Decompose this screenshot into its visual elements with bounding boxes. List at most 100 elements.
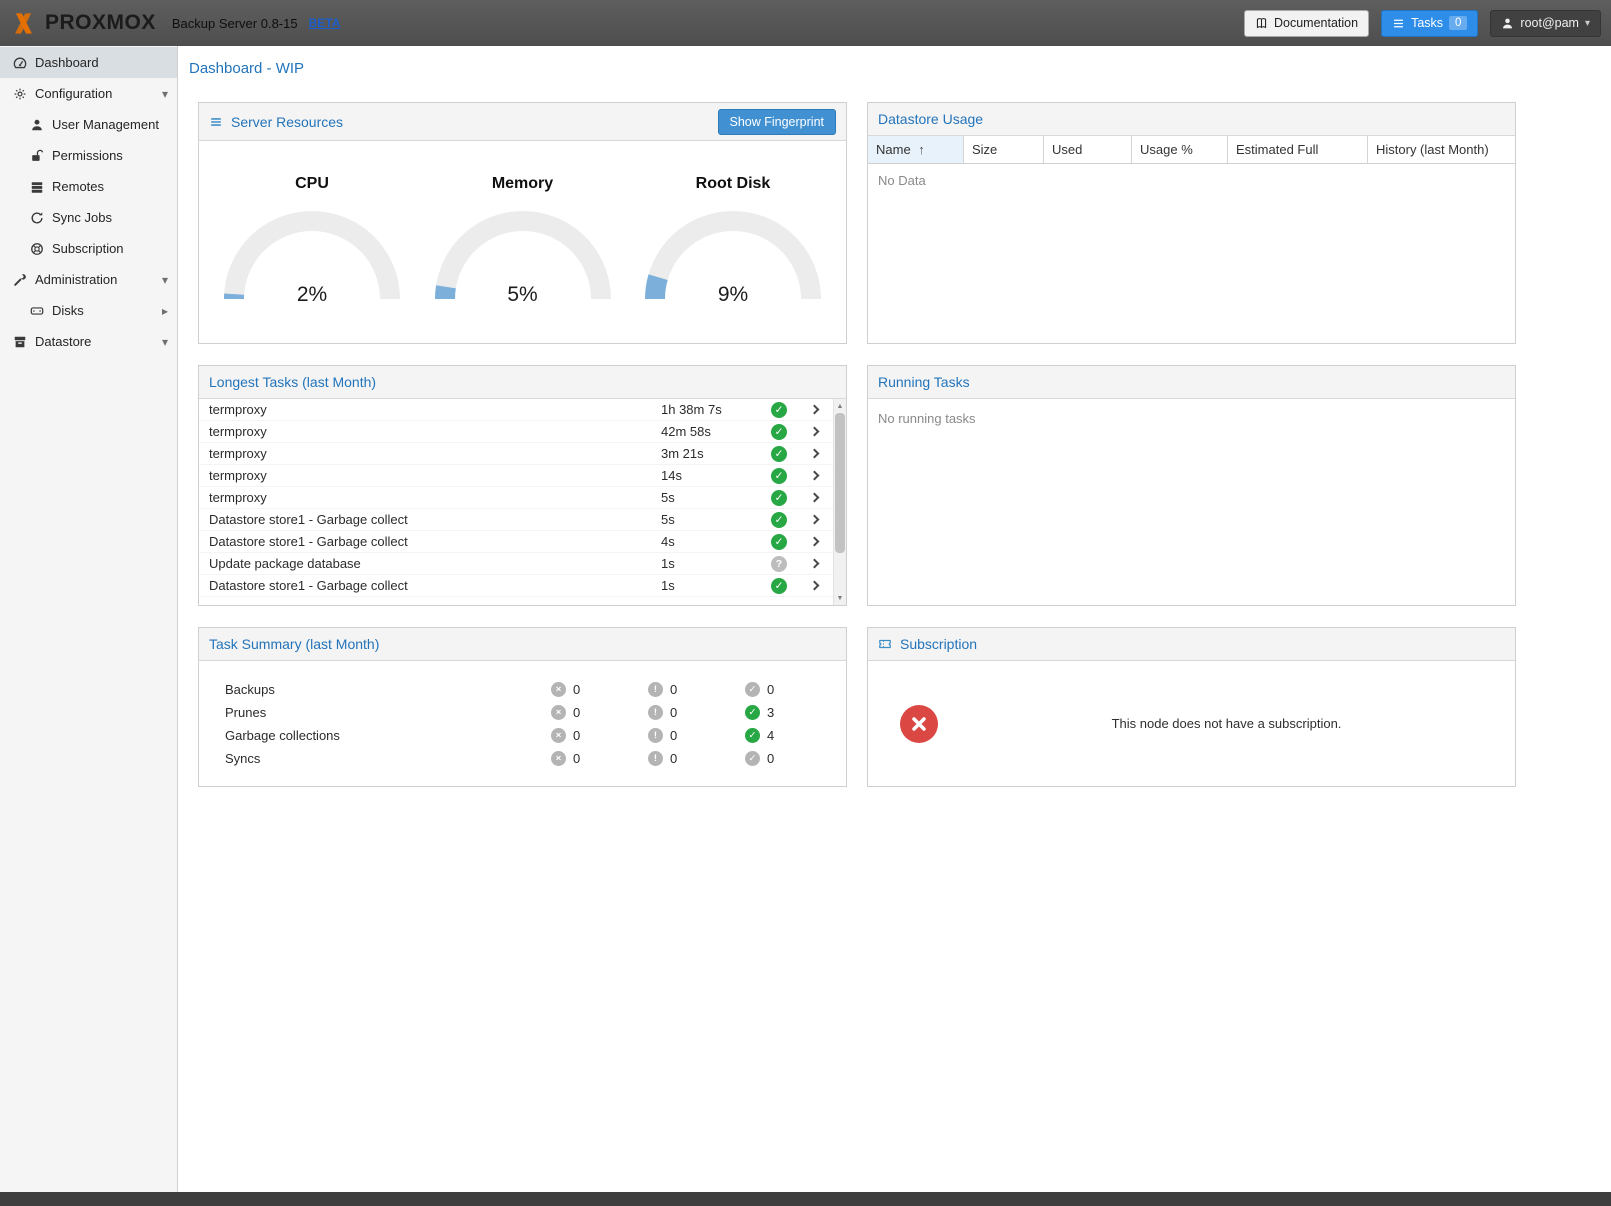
summary-label: Prunes (225, 705, 551, 720)
chevron-right-icon (809, 493, 819, 503)
user-menu-button[interactable]: root@pam ▾ (1490, 10, 1601, 37)
sidebar-item-subscription[interactable]: Subscription (0, 233, 177, 264)
column-header-used[interactable]: Used (1044, 136, 1132, 163)
task-row[interactable]: termproxy3m 21s✓ (199, 443, 833, 465)
status-ok-icon: ✓ (771, 534, 787, 550)
task-name: termproxy (209, 468, 661, 483)
refresh-icon (28, 210, 45, 226)
gauge-root-disk: Root Disk9% (636, 175, 831, 309)
chevron-right-icon (809, 581, 819, 591)
scrollbar-thumb[interactable] (835, 413, 845, 553)
column-header-estimated-full[interactable]: Estimated Full (1228, 136, 1368, 163)
summary-warning-group[interactable]: !0 (648, 705, 745, 720)
task-duration: 1h 38m 7s (661, 402, 761, 417)
longest-tasks-list: termproxy1h 38m 7s✓termproxy42m 58s✓term… (199, 399, 846, 605)
summary-error-group[interactable]: ×0 (551, 751, 648, 766)
summary-error-group[interactable]: ×0 (551, 705, 648, 720)
task-open-button[interactable] (797, 494, 831, 501)
beta-link[interactable]: BETA (309, 16, 341, 30)
task-row[interactable]: Datastore store1 - Garbage collect1s✓ (199, 575, 833, 597)
task-open-button[interactable] (797, 472, 831, 479)
task-name: termproxy (209, 402, 661, 417)
task-open-button[interactable] (797, 450, 831, 457)
ok-count: 3 (767, 705, 774, 720)
summary-warning-group[interactable]: !0 (648, 728, 745, 743)
task-name: Datastore store1 - Garbage collect (209, 534, 661, 549)
task-open-button[interactable] (797, 406, 831, 413)
book-icon (1255, 17, 1268, 30)
task-row[interactable]: Update package database1s? (199, 553, 833, 575)
chevron-right-icon (809, 559, 819, 569)
chevron-right-icon (809, 427, 819, 437)
task-open-button[interactable] (797, 428, 831, 435)
longest-tasks-panel: Longest Tasks (last Month) termproxy1h 3… (198, 365, 847, 606)
scroll-up-arrow[interactable]: ▲ (834, 400, 846, 412)
summary-ok-group[interactable]: ✓0 (745, 682, 842, 697)
task-open-button[interactable] (797, 560, 831, 567)
running-tasks-title: Running Tasks (878, 374, 970, 390)
task-row[interactable]: termproxy5s✓ (199, 487, 833, 509)
sidebar-item-administration[interactable]: Administration▾ (0, 264, 177, 295)
datastore-usage-panel: Datastore Usage Name ↑SizeUsedUsage %Est… (867, 102, 1516, 344)
sidebar-item-label: User Management (52, 117, 159, 132)
task-row[interactable]: termproxy42m 58s✓ (199, 421, 833, 443)
task-status: ✓ (761, 578, 797, 594)
gauge-label: CPU (215, 175, 410, 193)
sidebar-item-dashboard[interactable]: Dashboard (0, 47, 177, 78)
sidebar-item-configuration[interactable]: Configuration▾ (0, 78, 177, 109)
sidebar-item-user-management[interactable]: User Management (0, 109, 177, 140)
tasks-button[interactable]: Tasks 0 (1381, 10, 1478, 37)
server-resources-icon (209, 115, 223, 129)
chevron-right-icon (809, 449, 819, 459)
summary-ok-group[interactable]: ✓0 (745, 751, 842, 766)
task-open-button[interactable] (797, 582, 831, 589)
task-row[interactable]: Datastore store1 - Garbage collect5s✓ (199, 509, 833, 531)
documentation-button[interactable]: Documentation (1244, 10, 1369, 37)
sidebar-item-disks[interactable]: Disks▸ (0, 295, 177, 326)
summary-error-group[interactable]: ×0 (551, 682, 648, 697)
chevron-right-icon (809, 515, 819, 525)
running-tasks-panel: Running Tasks No running tasks (867, 365, 1516, 606)
column-header-history-last-month[interactable]: History (last Month) (1368, 136, 1515, 163)
scroll-down-arrow[interactable]: ▼ (834, 592, 846, 604)
task-name: Datastore store1 - Garbage collect (209, 512, 661, 527)
task-duration: 42m 58s (661, 424, 761, 439)
caret-down-icon: ▾ (162, 87, 168, 101)
caret-down-icon: ▾ (162, 335, 168, 349)
task-row[interactable]: termproxy14s✓ (199, 465, 833, 487)
sidebar-item-datastore[interactable]: Datastore▾ (0, 326, 177, 357)
column-header-usage[interactable]: Usage % (1132, 136, 1228, 163)
subscription-title: Subscription (900, 636, 977, 652)
gauge-arc: 2% (217, 209, 407, 309)
show-fingerprint-button[interactable]: Show Fingerprint (718, 109, 837, 135)
gauge-label: Root Disk (636, 175, 831, 193)
task-name: termproxy (209, 490, 661, 505)
warning-count: 0 (670, 728, 677, 743)
column-header-name[interactable]: Name ↑ (868, 136, 964, 163)
sidebar-item-sync-jobs[interactable]: Sync Jobs (0, 202, 177, 233)
support-icon (28, 241, 45, 257)
task-duration: 5s (661, 490, 761, 505)
gauge-cpu: CPU 2% (215, 175, 410, 309)
task-open-button[interactable] (797, 516, 831, 523)
summary-error-group[interactable]: ×0 (551, 728, 648, 743)
datastore-usage-title: Datastore Usage (878, 111, 983, 127)
sidebar-item-remotes[interactable]: Remotes (0, 171, 177, 202)
task-status: ✓ (761, 512, 797, 528)
task-row[interactable]: termproxy1h 38m 7s✓ (199, 399, 833, 421)
scrollbar[interactable]: ▲ ▼ (833, 399, 846, 605)
user-label: root@pam (1520, 16, 1579, 30)
summary-warning-group[interactable]: !0 (648, 751, 745, 766)
caret-right-icon: ▸ (162, 304, 168, 318)
sidebar-item-permissions[interactable]: Permissions (0, 140, 177, 171)
column-header-size[interactable]: Size (964, 136, 1044, 163)
main-content: Dashboard - WIP Server Resources Show Fi… (179, 46, 1611, 1192)
summary-ok-group[interactable]: ✓4 (745, 728, 842, 743)
sidebar-item-label: Administration (35, 272, 117, 287)
task-row[interactable]: Datastore store1 - Garbage collect4s✓ (199, 531, 833, 553)
subscription-message: This node does not have a subscription. (938, 716, 1515, 731)
summary-ok-group[interactable]: ✓3 (745, 705, 842, 720)
summary-warning-group[interactable]: !0 (648, 682, 745, 697)
ticket-icon (878, 637, 892, 651)
task-open-button[interactable] (797, 538, 831, 545)
